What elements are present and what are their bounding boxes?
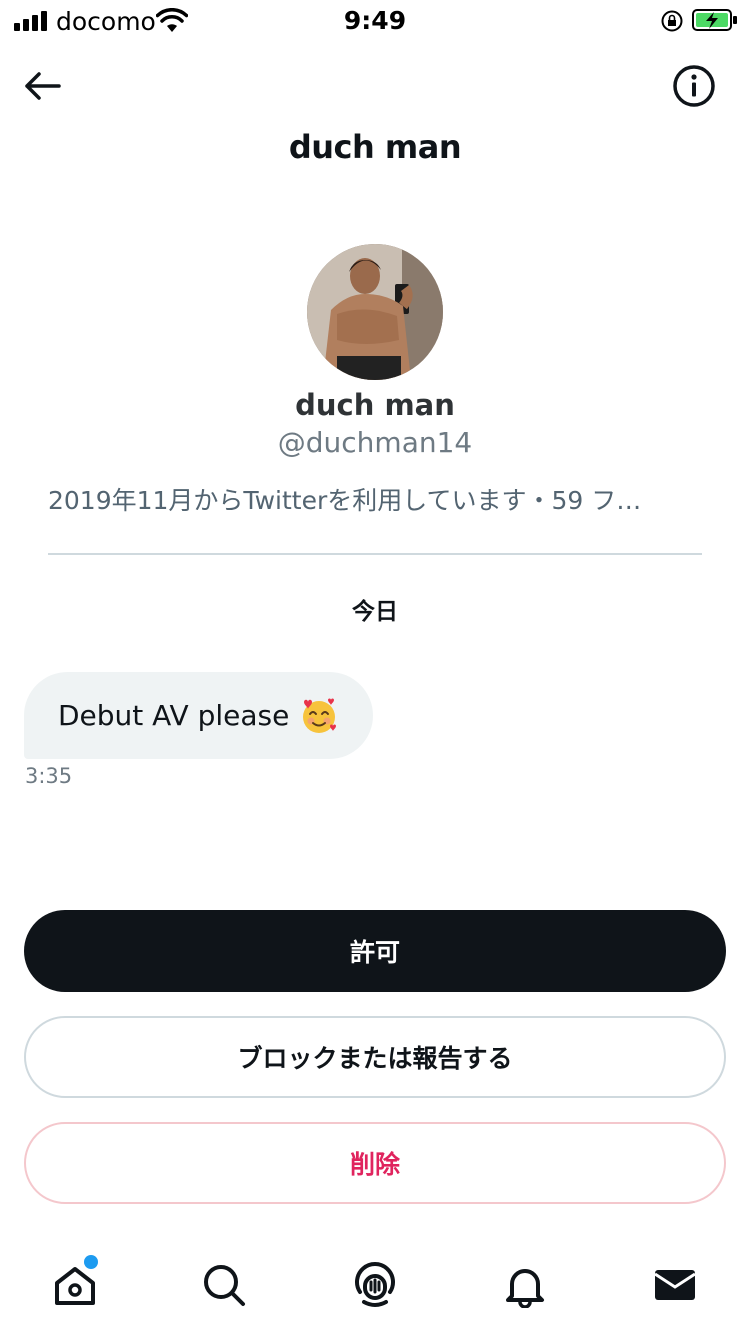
notifications-icon [506, 1269, 544, 1308]
profile-handle: @duchman14 [277, 426, 473, 459]
message-bubble[interactable]: Debut AV please [24, 672, 374, 759]
battery-icon [692, 9, 737, 31]
allow-button[interactable]: 許可 [24, 910, 726, 992]
tab-notifications[interactable] [493, 1253, 557, 1317]
date-separator: 今日 [352, 599, 398, 625]
profile-name: duch man [295, 388, 455, 422]
home-notification-dot [84, 1255, 98, 1269]
back-arrow-icon [25, 72, 61, 100]
page-title: duch man [288, 128, 462, 166]
profile-meta: 2019年11月からTwitterを利用しています・59 フ… [48, 486, 642, 515]
message-timestamp: 3:35 [25, 764, 73, 788]
divider [48, 553, 702, 555]
status-time: 9:49 [343, 6, 407, 35]
delete-button[interactable]: 削除 [24, 1122, 726, 1204]
messages-icon [654, 1270, 696, 1300]
orientation-lock-icon [661, 10, 683, 32]
block-or-report-button[interactable]: ブロックまたは報告する [24, 1016, 726, 1098]
conversation-info-button[interactable] [670, 62, 718, 110]
message-text: Debut AV please [58, 699, 290, 732]
smiling-face-with-hearts-icon [303, 698, 337, 733]
avatar[interactable] [307, 244, 443, 380]
profile-summary[interactable]: duch man @duchman14 2019年11月からTwitterを利用… [0, 244, 750, 517]
tab-search[interactable] [192, 1253, 256, 1317]
tab-messages[interactable] [643, 1253, 707, 1317]
spaces-icon [355, 1262, 395, 1307]
avatar-photo [307, 244, 443, 380]
search-icon [204, 1265, 245, 1306]
bottom-tab-bar [0, 1245, 750, 1325]
conversation-header: duch man [0, 60, 750, 190]
status-bar: docomo 9:49 [0, 0, 750, 44]
tab-spaces[interactable] [343, 1253, 407, 1317]
back-button[interactable] [20, 64, 64, 108]
info-icon [673, 65, 715, 107]
